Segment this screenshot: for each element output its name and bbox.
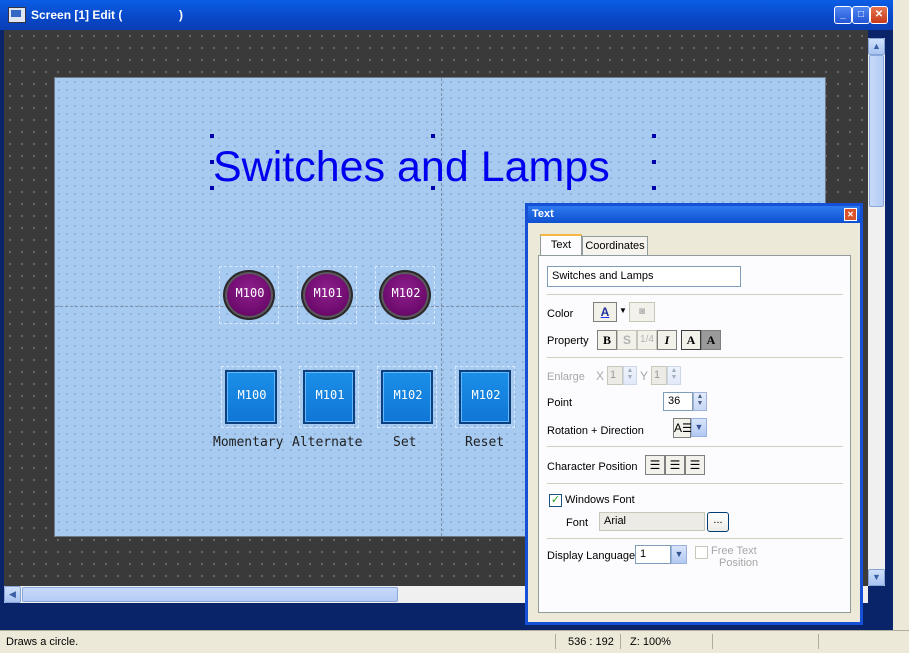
panel-close-icon[interactable]: ✕ xyxy=(844,208,857,221)
align-left-icon[interactable]: ☰ xyxy=(645,455,665,475)
switch-alternate[interactable]: M101 xyxy=(299,366,359,428)
selection-handle[interactable] xyxy=(210,134,214,138)
switch-set[interactable]: M102 xyxy=(377,366,437,428)
display-language-label: Display Language xyxy=(547,550,636,562)
divider xyxy=(547,483,843,484)
italic-button[interactable]: I xyxy=(657,330,677,350)
close-button[interactable]: ✕ xyxy=(870,6,888,24)
reverse-text-button[interactable]: A xyxy=(701,330,721,350)
status-divider xyxy=(620,634,621,649)
character-position-label: Character Position xyxy=(547,461,638,473)
status-zoom: Z: 100% xyxy=(630,636,671,648)
enlarge-label: Enlarge xyxy=(547,371,585,383)
enlarge-x-spinner-icon: ▲ ▼ xyxy=(623,366,637,385)
switch-label: M102 xyxy=(471,388,501,402)
color-dropdown-arrow-icon[interactable]: ▼ xyxy=(619,306,627,315)
enlarge-y-spinner-icon: ▲ ▼ xyxy=(667,366,681,385)
rotation-dropdown-arrow-icon[interactable]: ▼ xyxy=(691,418,707,437)
selection-handle[interactable] xyxy=(210,186,214,190)
text-properties-panel: Text ✕ Text Coordinates Switches and Lam… xyxy=(525,203,863,625)
align-center-icon[interactable]: ☰ xyxy=(665,455,685,475)
display-language-select[interactable]: 1 xyxy=(635,545,671,564)
lamp-label: M102 xyxy=(391,286,421,300)
scroll-left-arrow-icon[interactable]: ◀ xyxy=(4,586,21,603)
divider xyxy=(547,357,843,358)
lamp-label: M101 xyxy=(313,286,343,300)
switch-reset[interactable]: M102 xyxy=(455,366,515,428)
status-divider xyxy=(712,634,713,649)
vertical-scroll-thumb[interactable] xyxy=(869,55,884,207)
free-text-position-checkbox xyxy=(695,546,708,559)
windows-font-checkbox[interactable]: ✓ xyxy=(549,494,562,507)
property-label: Property xyxy=(547,335,589,347)
status-coordinates: 536 : 192 xyxy=(568,636,614,648)
free-text-position-label: Position xyxy=(719,557,759,569)
panel-title: Text xyxy=(532,208,554,220)
point-label: Point xyxy=(547,397,573,409)
bold-button[interactable]: B xyxy=(597,330,617,350)
rotation-direction-icon[interactable]: A☰ xyxy=(673,418,693,438)
enlarge-x-label: X xyxy=(596,369,605,383)
language-dropdown-arrow-icon[interactable]: ▼ xyxy=(671,545,687,564)
scroll-down-arrow-icon[interactable]: ▼ xyxy=(868,569,885,586)
switch-label: M101 xyxy=(315,388,345,402)
background-color-icon: ◙ xyxy=(629,302,655,322)
text-color-button[interactable]: A xyxy=(593,302,617,322)
lamp-m100[interactable]: M100 xyxy=(219,266,279,324)
lamp-label: M100 xyxy=(235,286,265,300)
divider xyxy=(547,294,843,295)
divider xyxy=(547,538,843,539)
rotation-direction-label: Rotation + Direction xyxy=(547,425,644,437)
normal-text-button[interactable]: A xyxy=(681,330,701,350)
align-right-icon[interactable]: ☰ xyxy=(685,455,705,475)
status-bar: Draws a circle. 536 : 192 Z: 100% xyxy=(0,630,909,653)
switch-momentary[interactable]: M100 xyxy=(221,366,281,428)
point-field[interactable]: 36 xyxy=(663,392,693,411)
vertical-scrollbar[interactable]: ▲ ▼ xyxy=(868,38,885,586)
screen-window-icon xyxy=(8,7,26,23)
title-bar[interactable]: Screen [1] Edit ( ) _ □ ✕ xyxy=(0,0,893,30)
selection-handle[interactable] xyxy=(652,134,656,138)
text-input[interactable]: Switches and Lamps xyxy=(547,266,741,287)
lamp-m102[interactable]: M102 xyxy=(375,266,435,324)
font-label: Font xyxy=(566,517,589,529)
fraction-button: 1/4 xyxy=(637,330,657,350)
tab-coordinates[interactable]: Coordinates xyxy=(582,236,648,255)
status-message: Draws a circle. xyxy=(6,636,79,648)
enlarge-x-field: 1 xyxy=(607,366,623,385)
tab-text[interactable]: Text xyxy=(540,234,582,256)
status-divider xyxy=(818,634,819,649)
enlarge-y-label: Y xyxy=(640,369,649,383)
switch-label: M100 xyxy=(237,388,267,402)
windows-font-label: Windows Font xyxy=(565,494,635,506)
enlarge-y-field: 1 xyxy=(651,366,667,385)
panel-title-bar[interactable]: Text ✕ xyxy=(528,206,860,223)
selection-handle[interactable] xyxy=(652,160,656,164)
switch-caption[interactable]: Alternate xyxy=(292,435,362,450)
point-spinner-icon[interactable]: ▲ ▼ xyxy=(693,392,707,411)
switch-caption[interactable]: Set xyxy=(393,435,416,450)
color-label: Color xyxy=(547,308,574,320)
selection-handle[interactable] xyxy=(431,134,435,138)
scroll-up-arrow-icon[interactable]: ▲ xyxy=(868,38,885,55)
window-title: Screen [1] Edit ( ) xyxy=(31,8,184,22)
maximize-button[interactable]: □ xyxy=(852,6,870,24)
selection-handle[interactable] xyxy=(210,160,214,164)
tab-content: Switches and Lamps Color A ▼ ◙ Property … xyxy=(538,255,851,613)
switch-label: M102 xyxy=(393,388,423,402)
font-browse-button[interactable]: ... xyxy=(707,512,729,532)
selection-handle[interactable] xyxy=(652,186,656,190)
lamp-m101[interactable]: M101 xyxy=(297,266,357,324)
minimize-button[interactable]: _ xyxy=(834,6,852,24)
switch-caption[interactable]: Momentary xyxy=(213,435,283,450)
title-text-object[interactable]: Switches and Lamps xyxy=(213,143,610,192)
shadow-button: S xyxy=(617,330,637,350)
free-text-label: Free Text xyxy=(711,545,757,557)
divider xyxy=(547,446,843,447)
horizontal-scroll-thumb[interactable] xyxy=(22,587,398,602)
status-divider xyxy=(555,634,556,649)
font-field: Arial xyxy=(599,512,705,531)
switch-caption[interactable]: Reset xyxy=(465,435,504,450)
selection-handle[interactable] xyxy=(431,186,435,190)
